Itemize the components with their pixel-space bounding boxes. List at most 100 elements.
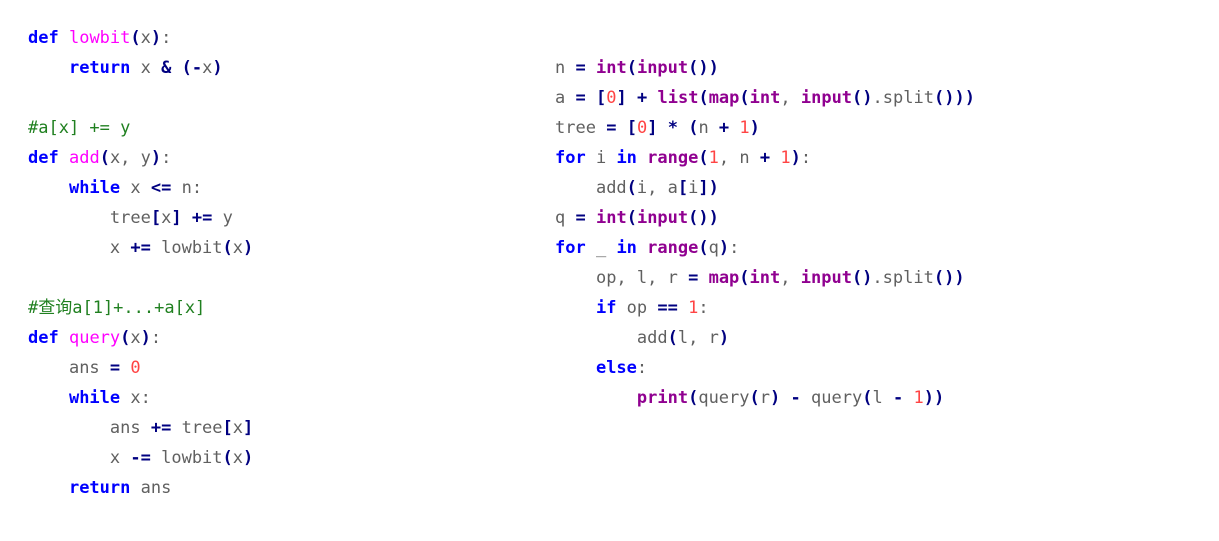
code-token-bi: range [647, 148, 699, 168]
code-token-op: ) [923, 388, 934, 408]
code-token-pl: op [616, 298, 658, 318]
code-token-op: = [109, 358, 121, 378]
code-token-num: 1 [913, 388, 924, 408]
code-line: x -= lowbit(x) [28, 443, 253, 473]
code-line: add(i, a[i]) [555, 173, 975, 203]
code-token-kw: for [555, 148, 586, 168]
code-token-op: ( [862, 388, 873, 408]
code-token-op: () [688, 208, 709, 228]
code-token-pl: x [120, 178, 151, 198]
code-token-op: ( [667, 328, 678, 348]
code-token-kw: while [68, 178, 121, 198]
code-token-pl: n: [171, 178, 203, 198]
code-token-num: 0 [636, 118, 648, 138]
code-token-bi: input [800, 268, 852, 288]
code-token-pl: op, l, r [595, 268, 689, 288]
code-line: return x & (-x) [28, 53, 253, 83]
code-line: n = int(input()) [555, 53, 975, 83]
code-token-kw: in [616, 148, 637, 168]
code-token-op: ( [698, 238, 709, 258]
code-token-bi: map [708, 268, 740, 288]
code-token-pl: . [872, 268, 883, 288]
code-token-pl: n [555, 58, 576, 78]
code-line: q = int(input()) [555, 203, 975, 233]
code-token-op: ( [181, 58, 192, 78]
code-token-op: [ [222, 418, 233, 438]
code-token-pl: , [780, 268, 801, 288]
code-line: #a[x] += y [28, 113, 253, 143]
code-token-kw: if [595, 298, 617, 318]
code-token-pl: _ [585, 238, 617, 258]
code-token-pl: add [595, 178, 627, 198]
code-token-bi: input [636, 58, 689, 78]
code-token-num: 1 [708, 148, 719, 168]
code-token-ws [59, 328, 69, 348]
code-line: a = [0] + list(map(int, input().split())… [555, 83, 975, 113]
code-token-op: ) [243, 448, 254, 468]
code-token-pl: a [555, 88, 576, 108]
code-token-bi: input [636, 208, 689, 228]
code-token-op: ( [749, 388, 760, 408]
code-token-pl: x [130, 58, 162, 78]
code-token-op: ) [790, 148, 801, 168]
code-token-pl: n [698, 118, 719, 138]
code-token-op: ) [964, 88, 975, 108]
code-token-pl: split [882, 268, 934, 288]
code-token-pl: tree [109, 208, 151, 228]
code-token-pl: tree [555, 118, 607, 138]
code-token-op: ) [243, 238, 254, 258]
code-token-op: ( [120, 328, 131, 348]
code-line: tree[x] += y [28, 203, 253, 233]
code-token-num: 1 [688, 298, 699, 318]
code-token-op: [ [595, 88, 607, 108]
code-token-pl: l, r [677, 328, 719, 348]
code-token-op: ) [718, 238, 730, 258]
code-token-num: 1 [739, 118, 750, 138]
code-token-pl: x [130, 328, 141, 348]
code-token-op: [ [626, 118, 637, 138]
code-token-op: ) [150, 148, 162, 168]
code-line: if op == 1: [555, 293, 975, 323]
code-token-bi: int [749, 88, 781, 108]
code-token-num: 1 [780, 148, 791, 168]
code-column-right: n = int(input()) a = [0] + list(map(int, … [555, 53, 975, 413]
code-token-kw: return [68, 478, 131, 498]
code-token-op: ] [243, 418, 254, 438]
code-token-pl: : [636, 358, 648, 378]
code-token-op: ( [222, 448, 233, 468]
code-token-bi: int [749, 268, 781, 288]
code-token-pl: : [161, 148, 172, 168]
code-token-op: ( [99, 148, 110, 168]
code-token-pl: : [698, 298, 709, 318]
code-token-op: () [852, 88, 873, 108]
code-listing-canvas: def lowbit(x): return x & (-x) #a[x] += … [0, 0, 1219, 541]
code-line: #查询a[1]+...+a[x] [28, 293, 253, 323]
code-line: print(query(r) - query(l - 1)) [555, 383, 975, 413]
code-token-op: = [575, 88, 586, 108]
code-token-pl: x: [120, 388, 151, 408]
code-token-kw: while [68, 388, 121, 408]
code-token-pl: query [698, 388, 750, 408]
code-line: return ans [28, 473, 253, 503]
code-token-op: ) [749, 118, 760, 138]
code-token-op: ) [954, 88, 965, 108]
code-token-op: += [130, 238, 151, 258]
code-token-op: = [575, 58, 586, 78]
